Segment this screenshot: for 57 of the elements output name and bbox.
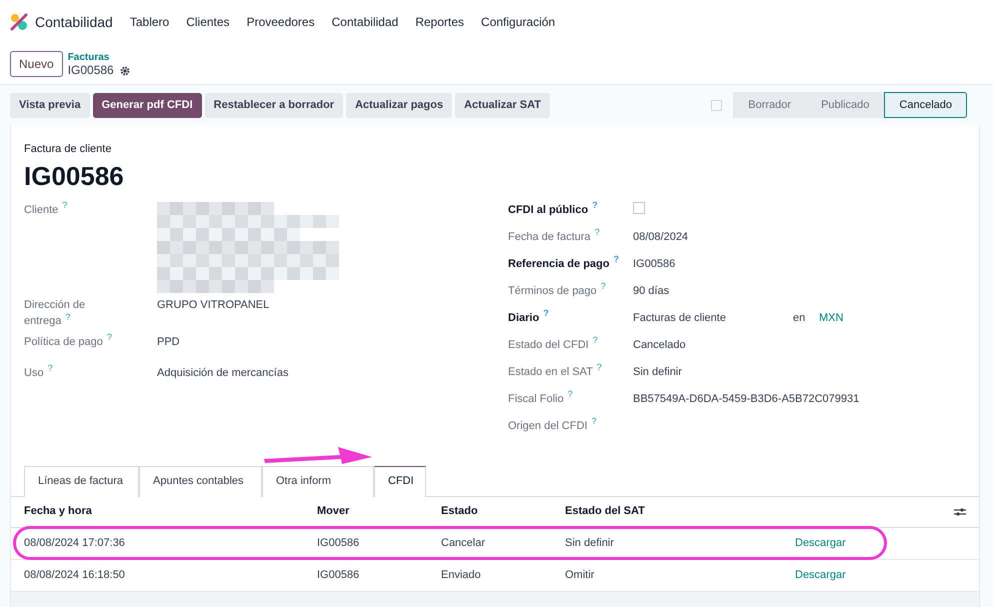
record-name: IG00586 [68,64,114,77]
tab[interactable]: Líneas de factura [24,466,139,496]
table-cell-text: 08/08/2024 17:07:36 [24,536,126,551]
field-value: Adquisición de mercancías [157,366,288,378]
menu-item[interactable]: Tablero [130,13,170,31]
table-cell-text: IG00586 [317,568,360,583]
tab[interactable]: CFDI [374,466,426,496]
column-settings-icon[interactable] [954,506,966,516]
status-stage[interactable]: Cancelado [884,92,967,118]
action-button[interactable]: Vista previa [10,92,90,118]
menu-item[interactable]: Clientes [186,13,230,31]
field-value: Sin definir [633,366,682,378]
table-cell-text: IG00586 [317,536,360,551]
field-value: BB57549A-D6DA-5459-B3D6-A5B72C079931 [633,392,860,404]
table-cell-text: Enviado [441,568,482,583]
field-text: en [793,310,806,326]
currency-link[interactable]: MXN [819,310,844,326]
checkbox[interactable] [633,202,645,214]
download-link[interactable]: Descargar [795,534,846,552]
breadcrumb-link[interactable]: Facturas [68,51,130,64]
table-row[interactable]: 08/08/2024 17:07:36 IG00586 Cancelar Sin definir Descargar [11,528,979,560]
table-cell-text: Omitir [565,568,596,583]
menu-item[interactable]: Proveedores [246,13,315,31]
field-value: PPD [157,336,180,348]
status-stage[interactable]: Borrador [733,92,806,118]
field-value: 08/08/2024 [633,230,688,242]
menu-item[interactable]: Configuración [481,13,556,31]
form-type: Factura de cliente [24,142,112,157]
logo-icon [10,13,28,31]
field-value: Facturas de cliente [633,310,727,326]
action-button[interactable]: Restablecer a borrador [204,92,344,118]
new-button[interactable]: Nuevo [10,51,63,77]
table-cell-text: Sin definir [565,536,615,551]
column-header[interactable]: Estado [441,503,565,520]
action-button[interactable]: Actualizar pagos [346,92,452,118]
checkbox[interactable] [711,100,722,110]
column-header[interactable]: Mover [317,503,441,520]
app-title[interactable]: Contabilidad [35,12,113,32]
invoice-number: IG00586 [24,160,125,192]
field-value: Cancelado [633,338,686,350]
table-cell-text: Cancelar [441,536,486,551]
action-button[interactable]: Actualizar SAT [455,92,550,118]
download-link[interactable]: Descargar [795,566,846,584]
tab[interactable]: Apuntes contables [139,466,262,496]
gear-icon[interactable] [120,66,130,76]
column-header[interactable]: Estado del SAT [565,503,795,520]
menu-item[interactable]: Reportes [415,13,464,31]
field-value: 90 días [633,284,670,296]
column-header[interactable]: Fecha y hora [24,503,317,520]
menu-item[interactable]: Contabilidad [332,13,398,31]
action-button[interactable]: Generar pdf CFDI [92,92,202,118]
field-value: IG00586 [633,258,676,270]
status-stage[interactable]: Publicado [806,92,884,118]
field-label: Dirección de entrega $^{?}$ [24,298,86,327]
tab[interactable]: Otra inform [262,466,374,496]
field-value: GRUPO VITROPANEL [157,298,270,310]
table-cell-text: 08/08/2024 16:18:50 [24,568,126,583]
